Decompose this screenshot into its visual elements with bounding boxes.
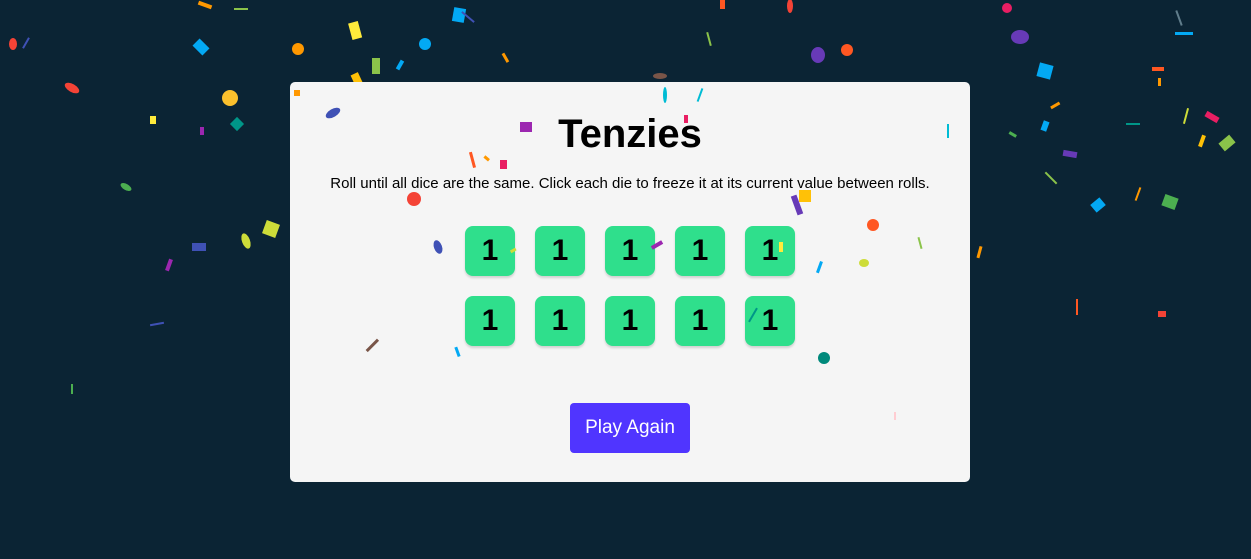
page-title: Tenzies (558, 112, 702, 156)
die-1[interactable]: 1 (465, 226, 515, 276)
die-2[interactable]: 1 (535, 226, 585, 276)
game-instructions: Roll until all dice are the same. Click … (330, 175, 930, 192)
game-card: Tenzies Roll until all dice are the same… (290, 82, 970, 482)
app-stage: Tenzies Roll until all dice are the same… (0, 0, 1251, 559)
die-10[interactable]: 1 (745, 296, 795, 346)
die-9[interactable]: 1 (675, 296, 725, 346)
play-again-button[interactable]: Play Again (570, 403, 690, 453)
dice-grid: 1 1 1 1 1 1 1 1 1 1 (465, 226, 795, 346)
die-7[interactable]: 1 (535, 296, 585, 346)
die-4[interactable]: 1 (675, 226, 725, 276)
die-5[interactable]: 1 (745, 226, 795, 276)
die-6[interactable]: 1 (465, 296, 515, 346)
die-3[interactable]: 1 (605, 226, 655, 276)
die-8[interactable]: 1 (605, 296, 655, 346)
